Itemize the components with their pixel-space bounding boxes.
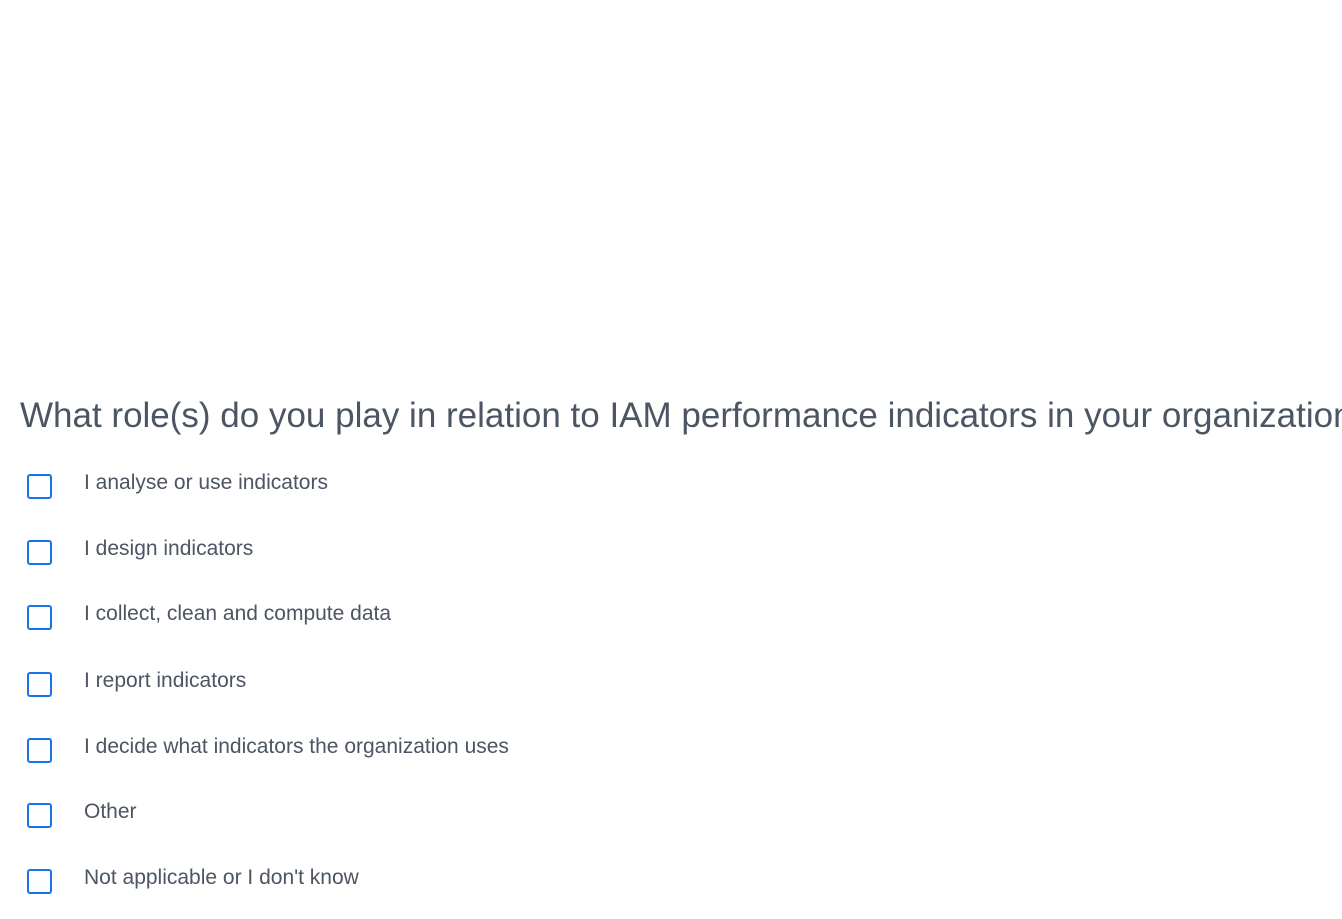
option-label: Other — [84, 800, 137, 823]
checkbox[interactable] — [27, 539, 52, 565]
checkbox[interactable] — [27, 604, 52, 630]
option-label: I report indicators — [84, 669, 247, 692]
option-label: I design indicators — [84, 537, 254, 560]
option-label: Not applicable or I don't know — [84, 866, 359, 889]
checkbox[interactable] — [27, 737, 52, 763]
option-design-indicators[interactable]: I design indicators — [27, 537, 253, 567]
checkbox[interactable] — [27, 802, 52, 828]
checkbox[interactable] — [27, 868, 52, 894]
option-label: I collect, clean and compute data — [84, 602, 392, 625]
option-other[interactable]: Other — [27, 800, 137, 830]
option-analyse-use-indicators[interactable]: I analyse or use indicators — [27, 471, 328, 501]
question-title: What role(s) do you play in relation to … — [20, 396, 1342, 435]
option-label: I analyse or use indicators — [84, 471, 328, 494]
option-label: I decide what indicators the organizatio… — [84, 735, 509, 758]
option-report-indicators[interactable]: I report indicators — [27, 669, 246, 699]
option-decide-indicators[interactable]: I decide what indicators the organizatio… — [27, 735, 509, 765]
checkbox[interactable] — [27, 671, 52, 697]
option-not-applicable[interactable]: Not applicable or I don't know — [27, 866, 359, 896]
option-collect-clean-compute-data[interactable]: I collect, clean and compute data — [27, 602, 391, 632]
checkbox[interactable] — [27, 473, 52, 499]
